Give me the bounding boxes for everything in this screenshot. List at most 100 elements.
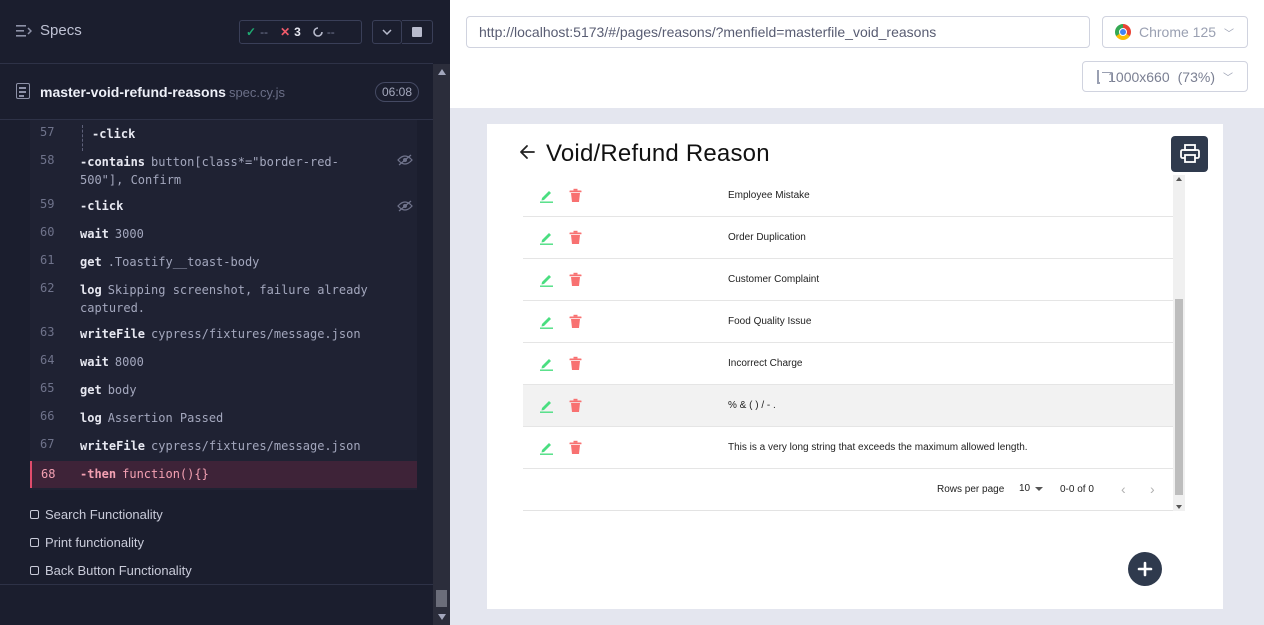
table-pagination: Rows per page 10 0-0 of 0 ‹ › bbox=[523, 469, 1173, 511]
command-row[interactable]: 59 -click bbox=[30, 197, 417, 221]
command-row[interactable]: 67 writeFile cypress/fixtures/message.jso… bbox=[30, 437, 417, 461]
command-row[interactable]: 64 wait 8000 bbox=[30, 353, 417, 377]
rows-per-page-value: 10 bbox=[1019, 483, 1031, 494]
command-row[interactable]: 60 wait 3000 bbox=[30, 225, 417, 249]
scrollbar-thumb[interactable] bbox=[1175, 299, 1183, 495]
browser-selector[interactable]: Chrome 125 ﹀ bbox=[1102, 16, 1248, 48]
edit-pencil-icon[interactable] bbox=[539, 314, 554, 329]
runner-options-button[interactable] bbox=[372, 20, 402, 44]
document-icon bbox=[16, 83, 30, 99]
trash-icon[interactable] bbox=[568, 440, 583, 455]
chevron-down-icon: ﹀ bbox=[1224, 28, 1235, 40]
passed-count: -- bbox=[260, 25, 269, 39]
edit-pencil-icon[interactable] bbox=[539, 272, 554, 287]
trash-icon[interactable] bbox=[568, 230, 583, 245]
rows-per-page-select[interactable]: 10 bbox=[1019, 483, 1044, 494]
test-item[interactable]: Back Button Functionality bbox=[30, 563, 192, 578]
command-row[interactable]: 57 -click bbox=[30, 125, 417, 151]
scroll-down-arrow-icon[interactable] bbox=[1176, 505, 1182, 509]
table-row: Food Quality Issue bbox=[523, 301, 1173, 343]
chevron-down-icon bbox=[382, 29, 392, 35]
table-scrollbar[interactable] bbox=[1173, 175, 1185, 511]
page-title: Void/Refund Reason bbox=[546, 140, 770, 167]
command-row[interactable]: 65 get body bbox=[30, 381, 417, 405]
table-row: Customer Complaint bbox=[523, 259, 1173, 301]
trash-icon[interactable] bbox=[568, 398, 583, 413]
command-log-scrollbar[interactable] bbox=[433, 64, 450, 625]
stop-button[interactable] bbox=[402, 20, 433, 44]
trash-icon[interactable] bbox=[568, 356, 583, 371]
command-number: 64 bbox=[40, 353, 55, 367]
specs-toggle[interactable]: Specs bbox=[16, 22, 82, 39]
command-number: 63 bbox=[40, 325, 55, 339]
table-body: Employee Mistake Order Duplication Custome… bbox=[523, 175, 1173, 469]
divider bbox=[0, 584, 433, 585]
reason-text: This is a very long string that exceeds … bbox=[728, 442, 1028, 453]
scroll-up-arrow-icon[interactable] bbox=[1176, 177, 1182, 181]
command-row[interactable]: 63 writeFile cypress/fixtures/message.jso… bbox=[30, 325, 417, 349]
command-row-failed[interactable]: 68 -then function(){} bbox=[30, 461, 417, 488]
trash-icon[interactable] bbox=[568, 188, 583, 203]
url-bar[interactable]: http://localhost:5173/#/pages/reasons/?m… bbox=[466, 16, 1090, 48]
nesting-line bbox=[82, 125, 83, 151]
scrollbar-thumb[interactable] bbox=[436, 590, 447, 607]
app-viewport: Void/Refund Reason Employee Mistake Order… bbox=[487, 124, 1223, 609]
test-title: Search Functionality bbox=[45, 507, 163, 522]
test-status-icon bbox=[30, 538, 39, 547]
table-row: This is a very long string that exceeds … bbox=[523, 427, 1173, 469]
edit-pencil-icon[interactable] bbox=[539, 440, 554, 455]
edit-pencil-icon[interactable] bbox=[539, 230, 554, 245]
trash-icon[interactable] bbox=[568, 314, 583, 329]
command-number: 58 bbox=[40, 153, 55, 167]
previous-page-icon[interactable]: ‹ bbox=[1121, 481, 1126, 497]
command-row[interactable]: 61 get .Toastify__toast-body bbox=[30, 253, 417, 277]
cypress-runner-panel: Specs ✓ -- ✕ 3 -- master-void-refund-rea… bbox=[0, 0, 450, 625]
edit-pencil-icon[interactable] bbox=[539, 188, 554, 203]
command-name: writeFile bbox=[80, 439, 146, 453]
command-row[interactable]: 58 -contains button[class*="border-red-50… bbox=[30, 153, 417, 191]
reasons-table: Employee Mistake Order Duplication Custome… bbox=[523, 175, 1185, 511]
command-row[interactable]: 62 log Skipping screenshot, failure alrea… bbox=[30, 281, 417, 319]
printer-icon bbox=[1179, 144, 1200, 163]
check-icon: ✓ bbox=[246, 25, 257, 39]
add-reason-button[interactable] bbox=[1128, 552, 1162, 586]
plus-icon bbox=[1137, 561, 1153, 577]
browser-label: Chrome 125 bbox=[1139, 24, 1217, 40]
command-log: 57 -click 58 -contains button[class*="bor… bbox=[30, 120, 417, 490]
reason-text: % & ( ) / - . bbox=[728, 400, 776, 411]
command-row[interactable]: 66 log Assertion Passed bbox=[30, 409, 417, 433]
next-page-icon[interactable]: › bbox=[1150, 481, 1155, 497]
pending-icon bbox=[313, 27, 323, 37]
ruler-icon bbox=[1097, 69, 1113, 84]
chevron-down-icon: ﹀ bbox=[1223, 73, 1233, 84]
trash-icon[interactable] bbox=[568, 272, 583, 287]
back-arrow-icon[interactable] bbox=[518, 143, 536, 161]
test-item[interactable]: Search Functionality bbox=[30, 507, 163, 522]
command-name: -click bbox=[80, 199, 124, 213]
table-row: % & ( ) / - . bbox=[523, 385, 1173, 427]
command-name: get bbox=[80, 383, 102, 397]
reason-text: Incorrect Charge bbox=[728, 358, 803, 369]
edit-pencil-icon[interactable] bbox=[539, 356, 554, 371]
specs-label: Specs bbox=[40, 22, 82, 39]
command-name: -then bbox=[80, 467, 117, 481]
test-item[interactable]: Print functionality bbox=[30, 535, 144, 550]
command-number: 59 bbox=[40, 197, 55, 211]
rows-per-page-label: Rows per page bbox=[937, 484, 1005, 495]
browser-toolbar: http://localhost:5173/#/pages/reasons/?m… bbox=[450, 0, 1264, 108]
pending-stat: -- bbox=[307, 25, 341, 39]
command-arg: function(){} bbox=[122, 467, 209, 481]
spec-name: master-void-refund-reasons bbox=[40, 84, 226, 100]
command-number: 65 bbox=[40, 381, 55, 395]
passed-stat: ✓ -- bbox=[240, 25, 274, 39]
scroll-down-arrow-icon[interactable] bbox=[438, 614, 446, 620]
viewport-selector[interactable]: 1000x660 (73%) ﹀ bbox=[1082, 61, 1248, 92]
print-button[interactable] bbox=[1171, 136, 1208, 172]
stop-icon bbox=[412, 27, 422, 37]
command-name: wait bbox=[80, 355, 109, 369]
zoom-level: (73%) bbox=[1177, 68, 1215, 85]
command-name: -click bbox=[92, 127, 136, 141]
reason-text: Food Quality Issue bbox=[728, 316, 812, 327]
edit-pencil-icon[interactable] bbox=[539, 398, 554, 413]
scroll-up-arrow-icon[interactable] bbox=[438, 69, 446, 75]
